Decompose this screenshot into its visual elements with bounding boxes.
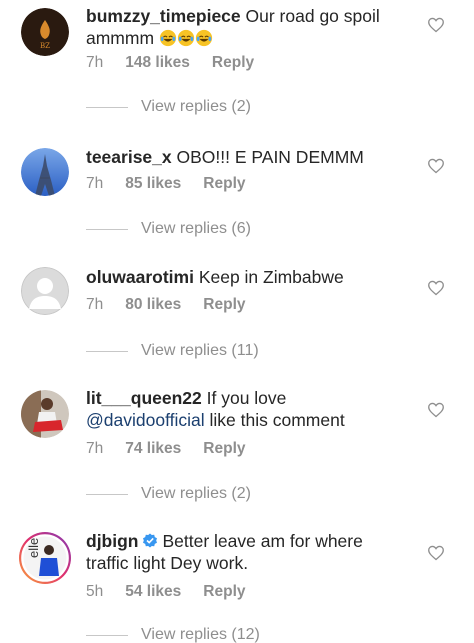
comment-text-continued: like this comment [209,410,345,430]
comment-username[interactable]: lit___queen22 [86,388,202,408]
avatar-logo-text: BZ [40,42,50,50]
comment-likes[interactable]: 74 likes [125,440,181,458]
like-heart-icon[interactable] [427,17,445,33]
comment-time: 7h [86,175,104,192]
comment-meta: 5h 54 likes Reply [86,583,268,601]
comment-username[interactable]: bumzzy_timepiece [86,6,241,26]
replies-divider [86,106,128,108]
like-heart-icon[interactable] [427,402,445,418]
view-replies-label[interactable]: View replies (12) [141,626,260,643]
comment-time: 7h [86,440,104,457]
like-heart-icon[interactable] [427,545,445,561]
comment-body: lit___queen22 If you love @davidoofficia… [86,387,406,431]
view-replies-label[interactable]: View replies (11) [141,342,259,360]
reply-button[interactable]: Reply [203,440,245,458]
comment-likes[interactable]: 85 likes [125,175,181,193]
view-replies-label[interactable]: View replies (2) [141,485,251,503]
reply-button[interactable]: Reply [203,583,245,601]
reply-button[interactable]: Reply [212,54,254,72]
comment-body: oluwaarotimi Keep in Zimbabwe [86,266,406,288]
avatar[interactable]: elle [19,532,71,584]
avatar[interactable] [21,148,69,196]
avatar[interactable] [21,390,69,438]
comment-body: djbign Better leave am for where traffic … [86,530,406,574]
comment-username[interactable]: oluwaarotimi [86,267,194,287]
comment-time: 7h [86,296,104,313]
avatar[interactable] [21,267,69,315]
comment-time: 5h [86,583,104,600]
view-replies[interactable]: View replies (11) [86,342,259,360]
laughing-emoji-icon [177,29,195,47]
like-heart-icon[interactable] [427,280,445,296]
view-replies[interactable]: View replies (6) [86,220,251,238]
comment-meta: 7h 74 likes Reply [86,440,268,458]
laughing-emoji-icon [159,29,177,47]
comment-meta: 7h 148 likes Reply [86,54,276,72]
comment-text: OBO!!! E PAIN DEMMM [176,147,364,167]
comment-body: teearise_x OBO!!! E PAIN DEMMM [86,146,406,168]
comment-time: 7h [86,54,104,71]
comment-text: Keep in Zimbabwe [198,267,344,287]
laughing-emoji-icon [195,29,213,47]
comment-likes[interactable]: 54 likes [125,583,181,601]
comment-text: If you love [206,388,287,408]
comment-likes[interactable]: 80 likes [125,296,181,314]
like-heart-icon[interactable] [427,158,445,174]
replies-divider [86,493,128,495]
reply-button[interactable]: Reply [203,296,245,314]
view-replies-label[interactable]: View replies (6) [141,220,251,238]
avatar[interactable]: BZ [21,8,69,56]
comment-meta: 7h 85 likes Reply [86,175,268,193]
comment-likes[interactable]: 148 likes [125,54,190,72]
verified-badge-icon [143,533,158,548]
view-replies[interactable]: View replies (12) [86,626,260,643]
replies-divider [86,634,128,636]
replies-divider [86,228,128,230]
view-replies-label[interactable]: View replies (2) [141,98,251,116]
avatar-overlay-text: elle [26,538,41,558]
view-replies[interactable]: View replies (2) [86,98,251,116]
reply-button[interactable]: Reply [203,175,245,193]
comment-username[interactable]: teearise_x [86,147,172,167]
comment-username[interactable]: djbign [86,531,138,551]
comment-body: bumzzy_timepiece Our road go spoil ammmm [86,5,406,49]
emoji-group [154,28,213,48]
comment-meta: 7h 80 likes Reply [86,296,268,314]
view-replies[interactable]: View replies (2) [86,485,251,503]
mention-link[interactable]: @davidoofficial [86,410,205,430]
replies-divider [86,350,128,352]
